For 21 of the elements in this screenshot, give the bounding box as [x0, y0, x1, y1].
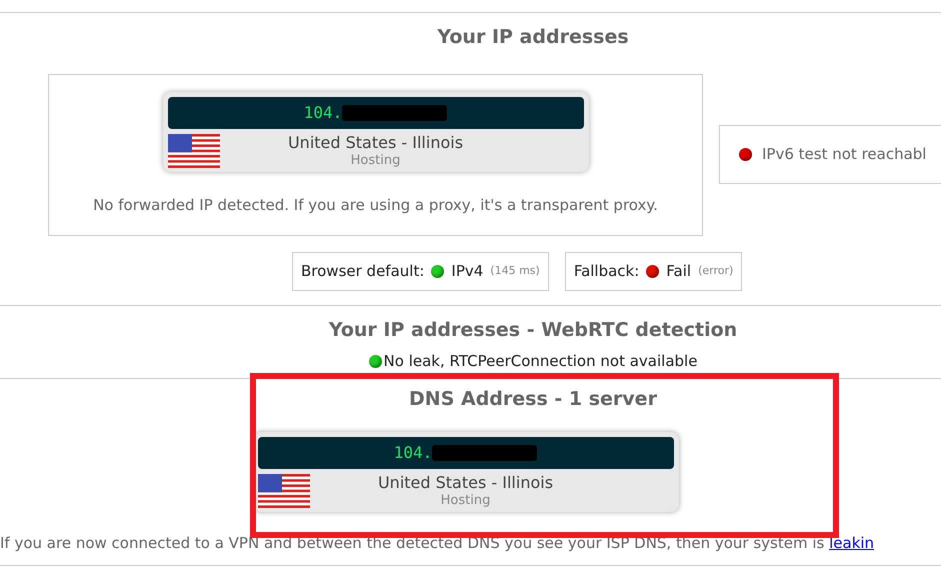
ip-text: 104.: [394, 442, 432, 464]
check-detail: (error): [698, 263, 734, 280]
check-detail: (145 ms): [490, 263, 540, 280]
check-value: IPv4: [451, 261, 484, 282]
webrtc-status: No leak, RTCPeerConnection not available: [384, 352, 698, 370]
proxy-note: No forwarded IP detected. If you are using a proxy, it's a transparent proxy.: [93, 195, 658, 216]
section-title: Your IP addresses: [436, 25, 630, 50]
location-text: United States - Illinois: [378, 473, 554, 493]
type-text: Hosting: [440, 493, 490, 509]
location-text: United States - Illinois: [288, 133, 464, 153]
section-title: Your IP addresses - WebRTC detection: [328, 318, 738, 343]
type-text: Hosting: [350, 153, 400, 169]
check-label: Browser default:: [301, 261, 424, 282]
ipv6-status: IPv6 test not reachabl: [762, 144, 926, 166]
check-label: Fallback:: [574, 261, 640, 282]
leaking-link[interactable]: leakin: [829, 534, 874, 552]
flag-icon: [258, 474, 310, 508]
check-value: Fail: [666, 261, 692, 282]
ip-text: 104.: [304, 102, 342, 124]
flag-icon: [168, 134, 220, 168]
section-title: DNS Address - 1 server: [408, 387, 658, 412]
